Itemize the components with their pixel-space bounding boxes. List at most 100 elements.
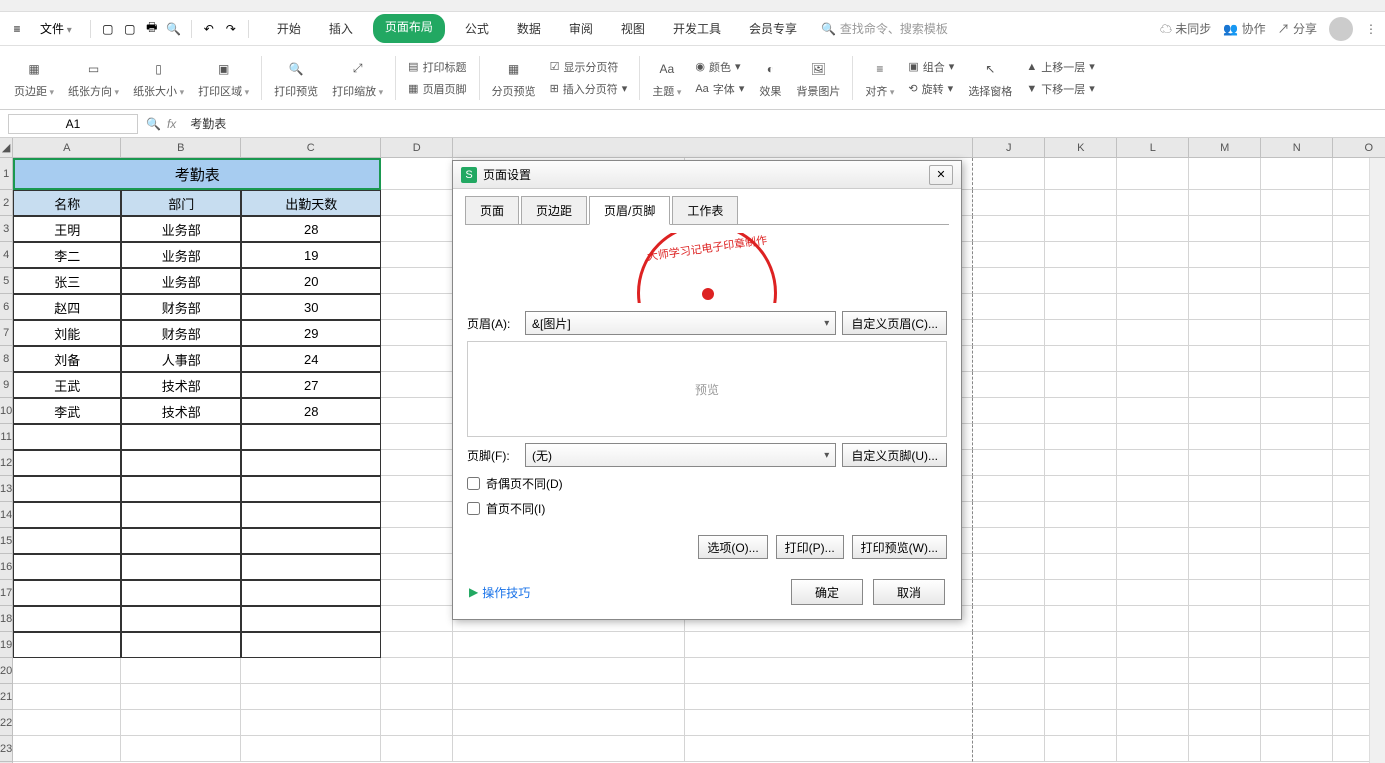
row-header[interactable]: 4 bbox=[0, 242, 12, 268]
col-header[interactable]: K bbox=[1045, 138, 1117, 157]
align-button[interactable]: ≡对齐 bbox=[859, 55, 900, 101]
ok-button[interactable]: 确定 bbox=[791, 579, 863, 605]
tab-formula[interactable]: 公式 bbox=[457, 14, 497, 43]
tab-insert[interactable]: 插入 bbox=[321, 14, 361, 43]
header-footer-button[interactable]: ▦页眉页脚 bbox=[402, 79, 472, 99]
more-icon[interactable]: ⋮ bbox=[1365, 22, 1377, 36]
print-preview-button[interactable]: 🔍打印预览 bbox=[268, 55, 324, 101]
tab-data[interactable]: 数据 bbox=[509, 14, 549, 43]
cell[interactable] bbox=[1117, 158, 1189, 190]
row-header[interactable]: 7 bbox=[0, 320, 12, 346]
tab-margins[interactable]: 页边距 bbox=[521, 196, 587, 225]
collab-button[interactable]: 👥 协作 bbox=[1223, 20, 1265, 37]
share-button[interactable]: ↗ 分享 bbox=[1278, 20, 1317, 37]
col-header[interactable]: N bbox=[1261, 138, 1333, 157]
formula-input[interactable]: 考勤表 bbox=[190, 115, 1377, 132]
cell[interactable] bbox=[1045, 158, 1117, 190]
options-button[interactable]: 选项(O)... bbox=[698, 535, 767, 559]
row-header[interactable]: 12 bbox=[0, 450, 12, 476]
odd-even-checkbox[interactable]: 奇偶页不同(D) bbox=[467, 475, 947, 492]
tab-sheet[interactable]: 工作表 bbox=[672, 196, 738, 225]
fx-icon[interactable]: fx bbox=[167, 117, 176, 131]
redo-icon[interactable]: ↷ bbox=[222, 20, 240, 38]
scale-button[interactable]: ⤢打印缩放 bbox=[326, 55, 389, 101]
row-header[interactable]: 19 bbox=[0, 632, 12, 658]
col-header[interactable]: M bbox=[1189, 138, 1261, 157]
sync-status[interactable]: ☁ 未同步 bbox=[1160, 20, 1211, 37]
tab-member[interactable]: 会员专享 bbox=[741, 14, 805, 43]
effect-button[interactable]: ◐效果 bbox=[752, 55, 788, 101]
title-cell[interactable]: 考勤表 bbox=[13, 158, 381, 190]
tab-review[interactable]: 审阅 bbox=[561, 14, 601, 43]
row-header[interactable]: 2 bbox=[0, 190, 12, 216]
tab-home[interactable]: 开始 bbox=[269, 14, 309, 43]
close-button[interactable]: ✕ bbox=[929, 165, 953, 185]
tab-view[interactable]: 视图 bbox=[613, 14, 653, 43]
row-header[interactable]: 20 bbox=[0, 658, 12, 684]
move-down-button[interactable]: ▼下移一层 ▾ bbox=[1020, 79, 1100, 99]
cell[interactable] bbox=[973, 158, 1045, 190]
first-diff-checkbox[interactable]: 首页不同(I) bbox=[467, 500, 947, 517]
move-up-button[interactable]: ▲上移一层 ▾ bbox=[1020, 57, 1100, 77]
row-header[interactable]: 1 bbox=[0, 158, 12, 190]
header-select[interactable]: &[图片] bbox=[525, 311, 836, 335]
avatar[interactable] bbox=[1329, 17, 1353, 41]
row-header[interactable]: 18 bbox=[0, 606, 12, 632]
row-header[interactable]: 10 bbox=[0, 398, 12, 424]
command-search[interactable]: 🔍 查找命令、搜索模板 bbox=[821, 20, 948, 37]
print-icon[interactable]: 🖶 bbox=[143, 20, 161, 38]
bg-image-button[interactable]: 🖼背景图片 bbox=[790, 55, 846, 101]
file-menu[interactable]: 文件 bbox=[30, 16, 82, 41]
menu-icon[interactable]: ≡ bbox=[8, 20, 26, 38]
col-header[interactable]: B bbox=[121, 138, 241, 157]
col-header[interactable]: J bbox=[973, 138, 1045, 157]
footer-select[interactable]: (无) bbox=[525, 443, 836, 467]
undo-icon[interactable]: ↶ bbox=[200, 20, 218, 38]
preview-icon[interactable]: 🔍 bbox=[165, 20, 183, 38]
custom-header-button[interactable]: 自定义页眉(C)... bbox=[842, 311, 947, 335]
cell[interactable] bbox=[1189, 158, 1261, 190]
cancel-button[interactable]: 取消 bbox=[873, 579, 945, 605]
col-header[interactable]: D bbox=[381, 138, 453, 157]
tab-header-footer[interactable]: 页眉/页脚 bbox=[589, 196, 670, 225]
cell[interactable] bbox=[381, 158, 453, 190]
col-header[interactable]: C bbox=[241, 138, 381, 157]
print-button[interactable]: 打印(P)... bbox=[776, 535, 844, 559]
row-header[interactable]: 16 bbox=[0, 554, 12, 580]
tab-developer[interactable]: 开发工具 bbox=[665, 14, 729, 43]
page-break-preview-button[interactable]: ▦分页预览 bbox=[486, 55, 542, 101]
select-pane-button[interactable]: ↖选择窗格 bbox=[962, 55, 1018, 101]
theme-button[interactable]: Aa主题 bbox=[646, 55, 687, 101]
vertical-scrollbar[interactable] bbox=[1369, 158, 1385, 763]
tab-page-layout[interactable]: 页面布局 bbox=[373, 14, 445, 43]
print-area-button[interactable]: ▣打印区域 bbox=[192, 55, 255, 101]
cell-reference-input[interactable] bbox=[8, 114, 138, 134]
tab-page[interactable]: 页面 bbox=[465, 196, 519, 225]
row-header[interactable]: 21 bbox=[0, 684, 12, 710]
group-button[interactable]: ▣组合 ▾ bbox=[902, 57, 960, 77]
row-header[interactable]: 13 bbox=[0, 476, 12, 502]
print-preview-button[interactable]: 打印预览(W)... bbox=[852, 535, 947, 559]
rotate-button[interactable]: ⟲旋转 ▾ bbox=[902, 79, 960, 99]
size-button[interactable]: ▯纸张大小 bbox=[127, 55, 190, 101]
select-all[interactable]: ◢ bbox=[0, 138, 12, 158]
row-header[interactable]: 22 bbox=[0, 710, 12, 736]
col-header[interactable]: O bbox=[1333, 138, 1385, 157]
row-header[interactable]: 3 bbox=[0, 216, 12, 242]
show-breaks-checkbox[interactable]: ☑显示分页符 bbox=[544, 57, 634, 77]
row-header[interactable]: 8 bbox=[0, 346, 12, 372]
row-header[interactable]: 9 bbox=[0, 372, 12, 398]
tips-link[interactable]: ▶操作技巧 bbox=[469, 584, 530, 601]
row-header[interactable]: 6 bbox=[0, 294, 12, 320]
print-title-button[interactable]: ▤打印标题 bbox=[402, 57, 472, 77]
col-header[interactable]: A bbox=[13, 138, 121, 157]
row-header[interactable]: 14 bbox=[0, 502, 12, 528]
search-fx-icon[interactable]: 🔍 bbox=[146, 117, 161, 131]
font-button[interactable]: Aa字体 ▾ bbox=[689, 79, 750, 99]
row-header[interactable]: 15 bbox=[0, 528, 12, 554]
col-header[interactable]: L bbox=[1117, 138, 1189, 157]
row-header[interactable]: 23 bbox=[0, 736, 12, 762]
row-header[interactable]: 11 bbox=[0, 424, 12, 450]
custom-footer-button[interactable]: 自定义页脚(U)... bbox=[842, 443, 947, 467]
new-icon[interactable]: ▢ bbox=[99, 20, 117, 38]
